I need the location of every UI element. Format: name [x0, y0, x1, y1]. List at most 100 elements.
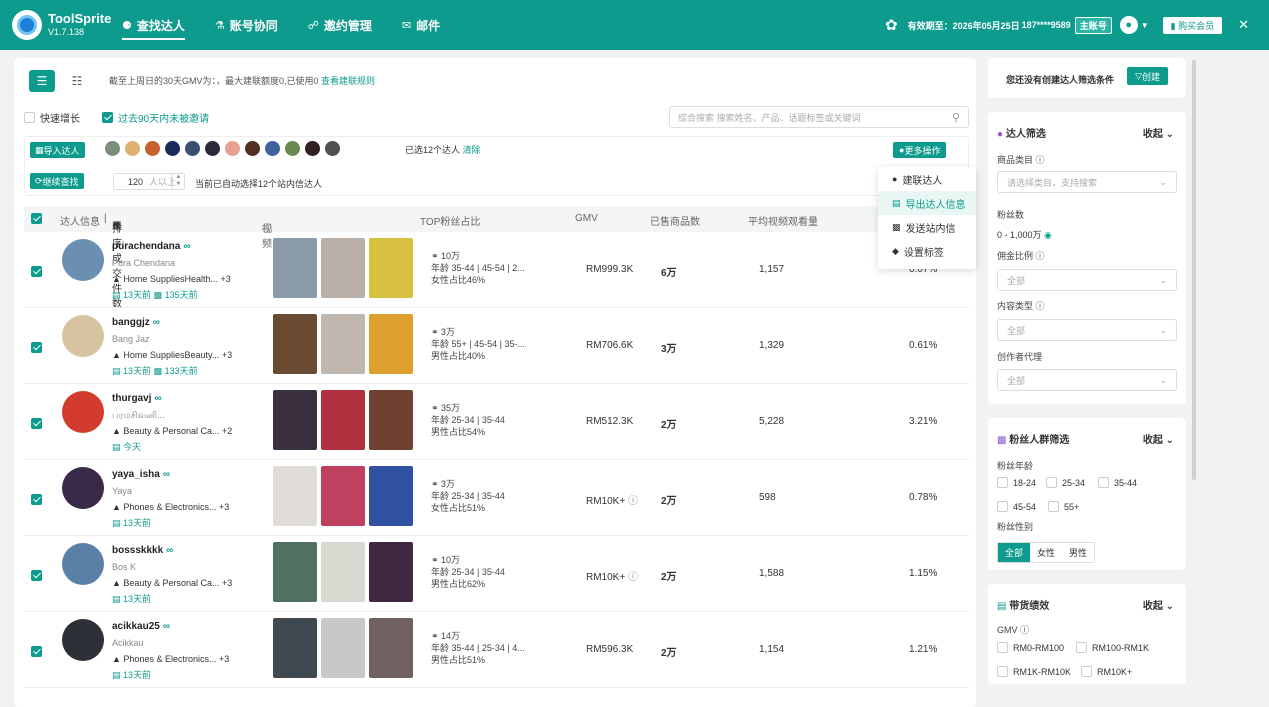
- collapse-audience-filter[interactable]: 收起 ⌄: [1143, 431, 1174, 446]
- fans-range[interactable]: 0 - 1,000万 ◉: [997, 228, 1052, 241]
- creator-handle[interactable]: banggjz ∞: [112, 317, 160, 328]
- grid-view-toggle[interactable]: ☷: [64, 70, 90, 92]
- age-option[interactable]: 18-24: [997, 477, 1036, 488]
- link-icon[interactable]: ∞: [154, 393, 161, 404]
- gmv-option[interactable]: RM100-RM1K: [1076, 642, 1149, 653]
- search-input[interactable]: 综合搜索 搜索姓名、产品、话题标签或关键词 ⚲: [669, 106, 969, 128]
- rules-link[interactable]: 查看建联规则: [321, 76, 375, 86]
- menu-item-message[interactable]: ▩ 发送站内信: [878, 215, 976, 239]
- avatar[interactable]: [125, 141, 140, 156]
- link-icon[interactable]: ∞: [183, 241, 190, 252]
- table-row[interactable]: banggjz ∞ Bang Jaz ▲ Home SuppliesBeauty...…: [24, 308, 969, 384]
- video-thumbnail[interactable]: [369, 390, 413, 450]
- avatar[interactable]: [105, 141, 120, 156]
- user-icon[interactable]: ●: [1119, 16, 1138, 34]
- help-icon[interactable]: ⓘ: [628, 496, 638, 507]
- table-row[interactable]: thurgavj ∞ பரமசிவனி... ▲ Beauty & Personal …: [24, 384, 969, 460]
- avatar[interactable]: [265, 141, 280, 156]
- target-icon[interactable]: ◉: [1044, 230, 1052, 240]
- row-checkbox[interactable]: [31, 494, 42, 505]
- avatar[interactable]: [62, 315, 104, 357]
- video-thumbnail[interactable]: [321, 390, 365, 450]
- avatar[interactable]: [225, 141, 240, 156]
- nav-find-creators[interactable]: ⚈ 查找达人: [122, 0, 185, 50]
- search-icon[interactable]: ⚲: [952, 111, 960, 124]
- video-thumbnail[interactable]: [273, 238, 317, 298]
- help-icon[interactable]: ⓘ: [1036, 251, 1045, 261]
- table-row[interactable]: acikkau25 ∞ Acikkau ▲ Phones & Electronics.…: [24, 612, 969, 688]
- video-thumbnail[interactable]: [321, 466, 365, 526]
- table-row[interactable]: bossskkkk ∞ Bos K ▲ Beauty & Personal Ca...…: [24, 536, 969, 612]
- link-icon[interactable]: ∞: [163, 621, 170, 632]
- chevron-down-icon[interactable]: ▼: [1141, 21, 1149, 30]
- table-row[interactable]: purachendana ∞ Pura Chendana ▲ Home Supplie…: [24, 232, 969, 308]
- menu-item-export[interactable]: ▤ 导出达人信息: [878, 191, 976, 215]
- creator-handle[interactable]: thurgavj ∞: [112, 393, 162, 404]
- menu-item-connect[interactable]: ● 建联达人: [878, 167, 976, 191]
- agent-select[interactable]: 全部 ⌄: [997, 369, 1177, 391]
- gmv-checkbox[interactable]: [1081, 666, 1092, 677]
- age-checkbox[interactable]: [1046, 477, 1057, 488]
- commission-select[interactable]: 全部 ⌄: [997, 269, 1177, 291]
- avatar[interactable]: [165, 141, 180, 156]
- video-thumbnail[interactable]: [273, 314, 317, 374]
- age-checkbox[interactable]: [1048, 501, 1059, 512]
- collapse-performance[interactable]: 收起 ⌄: [1143, 597, 1174, 612]
- gmv-checkbox[interactable]: [997, 642, 1008, 653]
- age-checkbox[interactable]: [997, 477, 1008, 488]
- video-thumbnail[interactable]: [321, 542, 365, 602]
- creator-handle[interactable]: bossskkkk ∞: [112, 545, 173, 556]
- avatar[interactable]: [62, 619, 104, 661]
- video-thumbnail[interactable]: [369, 542, 413, 602]
- menu-item-tag[interactable]: ◆ 设置标签: [878, 239, 976, 263]
- create-filter-button[interactable]: ▽ 创建: [1127, 67, 1168, 85]
- creator-handle[interactable]: yaya_isha ∞: [112, 469, 170, 480]
- avatar[interactable]: [305, 141, 320, 156]
- gmv-checkbox[interactable]: [997, 666, 1008, 677]
- gmv-option[interactable]: RM1K-RM10K: [997, 666, 1071, 677]
- select-all-checkbox[interactable]: [31, 213, 42, 224]
- content-type-select[interactable]: 全部 ⌄: [997, 319, 1177, 341]
- age-option[interactable]: 25-34: [1046, 477, 1085, 488]
- not-invited-option[interactable]: 过去90天内未被邀请: [102, 110, 209, 125]
- collapse-creator-filter[interactable]: 收起 ⌄: [1143, 125, 1174, 140]
- help-icon[interactable]: ⓘ: [628, 572, 638, 583]
- quick-growth-option[interactable]: 快速增长: [24, 110, 80, 125]
- video-thumbnail[interactable]: [273, 466, 317, 526]
- creator-handle[interactable]: acikkau25 ∞: [112, 621, 170, 632]
- video-thumbnail[interactable]: [321, 618, 365, 678]
- account-badge[interactable]: 主账号: [1074, 16, 1112, 34]
- video-thumbnail[interactable]: [369, 466, 413, 526]
- video-thumbnail[interactable]: [273, 542, 317, 602]
- video-thumbnail[interactable]: [273, 618, 317, 678]
- video-thumbnail[interactable]: [369, 238, 413, 298]
- avatar[interactable]: [185, 141, 200, 156]
- video-thumbnail[interactable]: [321, 238, 365, 298]
- avatar[interactable]: [62, 543, 104, 585]
- table-row[interactable]: yaya_isha ∞ Yaya ▲ Phones & Electronics... …: [24, 460, 969, 536]
- nav-mail[interactable]: ✉ 邮件: [402, 0, 440, 50]
- count-input[interactable]: 120 人以上 ▲ ▼: [113, 173, 185, 190]
- avatar[interactable]: [285, 141, 300, 156]
- nav-account-collab[interactable]: ⚗ 账号协同: [215, 0, 278, 50]
- avatar[interactable]: [325, 141, 340, 156]
- gmv-option[interactable]: RM10K+: [1081, 666, 1132, 677]
- clear-link[interactable]: 清除: [463, 145, 481, 155]
- close-icon[interactable]: ✕: [1238, 17, 1249, 33]
- link-icon[interactable]: ∞: [153, 317, 160, 328]
- video-thumbnail[interactable]: [321, 314, 365, 374]
- avatar[interactable]: [245, 141, 260, 156]
- row-checkbox[interactable]: [31, 266, 42, 277]
- help-icon[interactable]: ⓘ: [1036, 155, 1045, 165]
- row-checkbox[interactable]: [31, 342, 42, 353]
- gmv-option[interactable]: RM0-RM100: [997, 642, 1064, 653]
- video-thumbnail[interactable]: [369, 618, 413, 678]
- link-icon[interactable]: ∞: [163, 469, 170, 480]
- row-checkbox[interactable]: [31, 570, 42, 581]
- nav-invite-manage[interactable]: ☍ 邀约管理: [308, 0, 372, 50]
- creator-handle[interactable]: purachendana ∞: [112, 241, 191, 252]
- age-option[interactable]: 55+: [1048, 501, 1079, 512]
- age-option[interactable]: 35-44: [1098, 477, 1137, 488]
- avatar[interactable]: [62, 467, 104, 509]
- row-checkbox[interactable]: [31, 418, 42, 429]
